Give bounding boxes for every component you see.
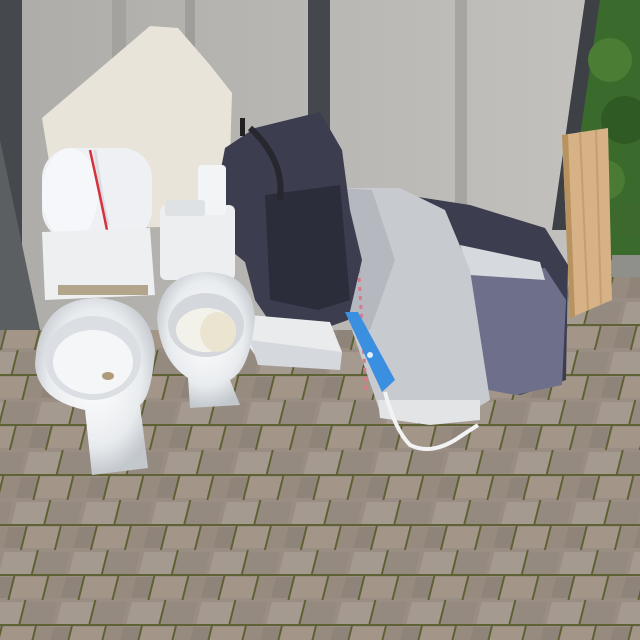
photo-scene <box>0 0 640 640</box>
wood-panel <box>562 128 612 318</box>
scene-svg <box>0 0 640 640</box>
toilet-seat-stack <box>248 315 342 370</box>
